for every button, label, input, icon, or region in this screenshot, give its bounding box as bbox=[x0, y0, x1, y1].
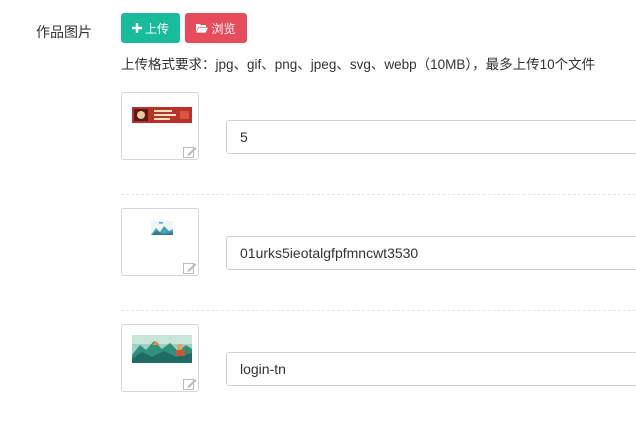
image-name-input[interactable] bbox=[226, 236, 636, 270]
image-item bbox=[121, 208, 636, 278]
image-item bbox=[121, 92, 636, 162]
plus-icon bbox=[131, 23, 142, 33]
small-landscape-thumbnail-icon bbox=[151, 221, 173, 235]
field-label-work-images: 作品图片 bbox=[36, 24, 92, 40]
image-thumbnail[interactable] bbox=[121, 208, 199, 276]
image-name-input[interactable] bbox=[226, 352, 636, 386]
landscape-painting-thumbnail-icon bbox=[132, 335, 192, 363]
edit-icon[interactable] bbox=[183, 262, 197, 274]
upload-format-hint: 上传格式要求：jpg、gif、png、jpeg、svg、webp（10MB），最… bbox=[121, 57, 596, 72]
upload-button[interactable]: 上传 bbox=[121, 13, 180, 43]
image-thumbnail[interactable] bbox=[121, 324, 199, 392]
image-thumbnail[interactable] bbox=[121, 92, 199, 160]
banner-thumbnail-icon bbox=[132, 107, 192, 123]
browse-button-label: 浏览 bbox=[211, 21, 236, 36]
image-item bbox=[121, 324, 636, 394]
row-divider bbox=[121, 194, 636, 195]
browse-button[interactable]: 浏览 bbox=[185, 13, 247, 43]
edit-icon[interactable] bbox=[183, 146, 197, 158]
folder-open-icon bbox=[196, 23, 209, 33]
image-name-input[interactable] bbox=[226, 120, 636, 154]
upload-button-label: 上传 bbox=[144, 21, 169, 36]
edit-icon[interactable] bbox=[183, 378, 197, 390]
row-divider bbox=[121, 310, 636, 311]
